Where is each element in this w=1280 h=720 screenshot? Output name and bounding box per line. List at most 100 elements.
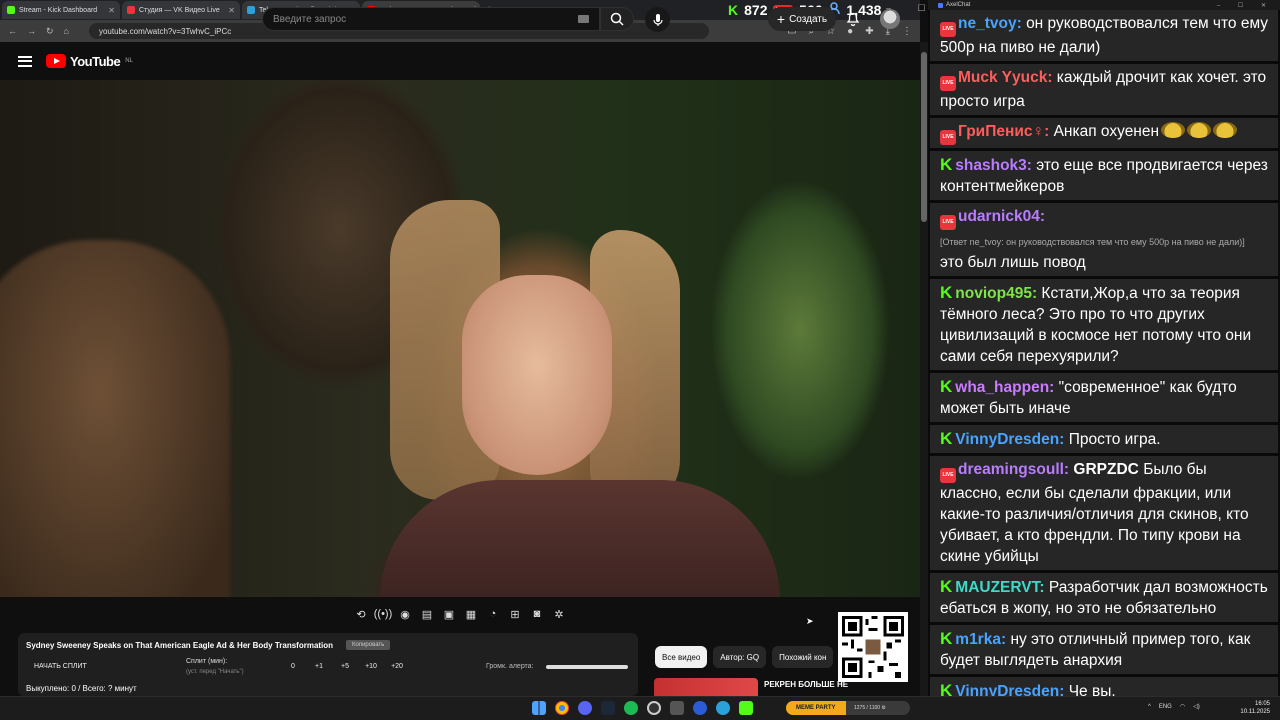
- chat-nickname[interactable]: VinnyDresden:: [955, 431, 1064, 448]
- meme-party-widget[interactable]: МЕМЕ PARTY 1275 / 1100 ⚙: [786, 701, 910, 715]
- chat-nickname[interactable]: ne_tvoy:: [958, 15, 1022, 32]
- chat-message-text: Просто игра.: [1068, 431, 1161, 448]
- page-scrollbar[interactable]: [920, 42, 928, 696]
- kick-app-icon[interactable]: [739, 701, 753, 715]
- chip-similar[interactable]: Похожий кон: [772, 646, 834, 668]
- search-button[interactable]: [600, 7, 634, 31]
- chat-message-text: Че вы.: [1068, 683, 1116, 696]
- split-add-5-button[interactable]: +5: [332, 663, 358, 670]
- chat-nickname[interactable]: udarnick04:: [958, 208, 1045, 225]
- taskbar-pinned-apps: [532, 701, 753, 715]
- video-player[interactable]: [0, 80, 920, 597]
- start-split-button[interactable]: НАЧАТЬ СПЛИТ: [34, 663, 87, 670]
- volume-icon[interactable]: ◁): [1193, 703, 1200, 710]
- back-icon[interactable]: ←: [8, 26, 17, 36]
- chat-nickname[interactable]: noviop495:: [955, 285, 1037, 302]
- speed-icon[interactable]: ◔: [485, 606, 501, 622]
- video-jacket: [380, 480, 780, 597]
- scrollbar-thumb[interactable]: [921, 52, 927, 222]
- obs-icon[interactable]: [647, 701, 661, 715]
- browser-tab[interactable]: Студия — VK Видео Live ✕: [122, 1, 240, 19]
- chat-nickname[interactable]: wha_happen:: [955, 379, 1054, 396]
- notifications-bell-icon[interactable]: [846, 11, 860, 31]
- voice-search-button[interactable]: [645, 7, 670, 32]
- puzzle-icon[interactable]: ✚: [865, 26, 873, 37]
- language-indicator[interactable]: ENG: [1159, 704, 1172, 710]
- eye-icon[interactable]: ◉: [397, 606, 413, 622]
- plus-icon: +: [776, 11, 786, 27]
- chat-message: LIVE ne_tvoy: он руководствовался тем что…: [930, 10, 1278, 61]
- picture-in-picture-icon[interactable]: ▣: [441, 606, 457, 622]
- system-clock[interactable]: 16:05 10.11.2025: [1226, 700, 1270, 716]
- chat-nickname[interactable]: MAUZERVT:: [955, 579, 1044, 596]
- tray-chevron-icon[interactable]: ^: [1148, 704, 1151, 710]
- settings-gear-icon[interactable]: ✲: [551, 606, 567, 622]
- tab-favicon-icon: [127, 6, 135, 14]
- telegram-icon[interactable]: [716, 701, 730, 715]
- tab-favicon-icon: [247, 6, 255, 14]
- split-add-20-button[interactable]: +20: [384, 663, 410, 670]
- player-extension-toolbar: ⟲ ((•)) ◉ ▤ ▣ ▦ ◔ ⊞ ◙ ✲: [340, 603, 580, 625]
- browser-tab[interactable]: Stream - Kick Dashboard ✕: [2, 1, 120, 19]
- kick-viewer-count: 872: [744, 2, 768, 18]
- chat-nickname[interactable]: shashok3:: [955, 157, 1032, 174]
- chat-nickname[interactable]: VinnyDresden:: [955, 683, 1064, 696]
- chat-window-titlebar: AxelChat – ☐ ✕: [928, 0, 1280, 10]
- kick-badge-icon: K: [940, 681, 953, 696]
- discord-icon[interactable]: [578, 701, 592, 715]
- steam-icon[interactable]: [601, 701, 615, 715]
- chat-nickname[interactable]: Muck Yyuck:: [958, 69, 1052, 86]
- home-icon[interactable]: ⌂: [64, 26, 69, 36]
- recommended-video-thumbnail[interactable]: [654, 678, 758, 696]
- chat-nickname[interactable]: m1rka:: [955, 631, 1006, 648]
- chrome-icon[interactable]: [555, 701, 569, 715]
- chat-message: LIVE Muck Yyuck: каждый дрочит как хочет.…: [930, 64, 1278, 115]
- chat-message-text: Анкап охуенен: [1053, 123, 1160, 140]
- chat-window-controls[interactable]: – ☐ ✕: [1217, 2, 1274, 9]
- create-button[interactable]: + Создать: [768, 7, 836, 31]
- video-face: [462, 275, 612, 475]
- chat-nickname[interactable]: dreamingsoull:: [958, 461, 1069, 478]
- alert-volume-slider[interactable]: [546, 665, 628, 669]
- hamburger-menu-icon[interactable]: [18, 55, 32, 67]
- start-windows-icon[interactable]: [532, 701, 546, 715]
- chat-message: Kshashok3: это еще все продвигается чере…: [930, 151, 1278, 200]
- alert-volume-label: Громк. алерта:: [486, 663, 534, 670]
- app-icon[interactable]: [670, 701, 684, 715]
- clock-time: 16:05: [1254, 701, 1270, 707]
- windows-taskbar: МЕМЕ PARTY 1275 / 1100 ⚙ ^ ENG ◠ ◁) 16:0…: [0, 696, 1280, 720]
- vk-live-badge-icon: LIVE: [940, 130, 956, 145]
- youtube-logo[interactable]: YouTube NL: [46, 54, 133, 69]
- chip-author[interactable]: Автор: GQ: [713, 646, 767, 668]
- broadcast-icon[interactable]: ((•)): [374, 606, 393, 622]
- screenshot-icon[interactable]: ◙: [529, 606, 545, 622]
- wifi-icon[interactable]: ◠: [1180, 703, 1185, 710]
- tab-close-icon[interactable]: ✕: [228, 6, 235, 15]
- copy-button[interactable]: Копировать: [346, 640, 391, 650]
- user-avatar[interactable]: [880, 9, 900, 29]
- forward-icon[interactable]: →: [27, 26, 36, 36]
- film-icon[interactable]: ▦: [463, 606, 479, 622]
- loop-icon[interactable]: ⟲: [353, 606, 369, 622]
- chip-all-videos[interactable]: Все видео: [655, 646, 708, 668]
- url-text: youtube.com/watch?v=3TwhvC_iPCc: [98, 26, 232, 36]
- chat-nickname[interactable]: ГриПенис♀:: [958, 123, 1049, 140]
- clapper-icon[interactable]: ▤: [419, 606, 435, 622]
- tab-close-icon[interactable]: ✕: [108, 6, 115, 15]
- spotify-icon[interactable]: [624, 701, 638, 715]
- menu-icon[interactable]: ⋮: [902, 26, 912, 37]
- youtube-header: YouTube NL: [0, 42, 920, 80]
- reload-icon[interactable]: ↻: [46, 26, 54, 37]
- split-add-1-button[interactable]: +1: [306, 663, 332, 670]
- search-input[interactable]: Введите запрос: [262, 7, 600, 31]
- chat-emote-icon: [1213, 122, 1238, 138]
- media-player-icon[interactable]: [693, 701, 707, 715]
- vk-live-badge-icon: LIVE: [940, 22, 956, 37]
- tab-title: Студия — VK Видео Live: [139, 6, 220, 14]
- kick-badge-icon: K: [940, 429, 953, 448]
- add-icon[interactable]: ⊞: [507, 606, 523, 622]
- kick-badge-icon: K: [940, 283, 953, 302]
- split-add-10-button[interactable]: +10: [358, 663, 384, 670]
- chat-message: Kwha_happen: "современное" как будто мож…: [930, 373, 1278, 422]
- keyboard-icon[interactable]: [578, 15, 589, 23]
